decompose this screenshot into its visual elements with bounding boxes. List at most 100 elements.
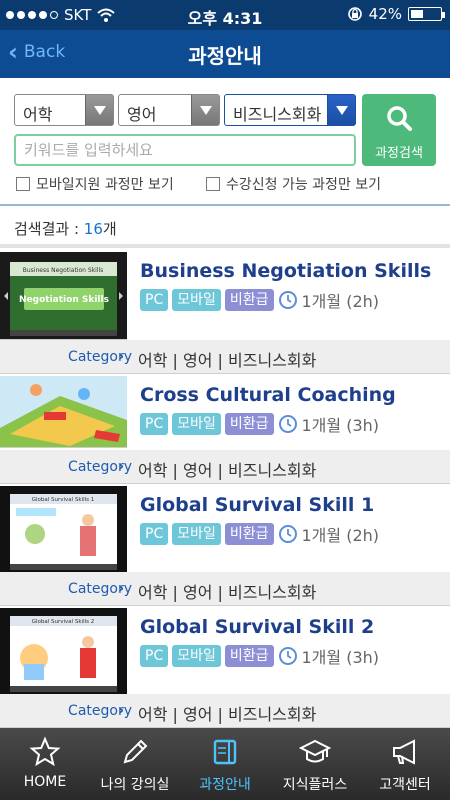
clock-icon bbox=[278, 291, 297, 309]
tab-home-label: HOME bbox=[23, 774, 67, 790]
tab-my-class-label: 나의 강의실 bbox=[100, 777, 170, 793]
category-select-3[interactable]: 비즈니스회화 bbox=[224, 94, 356, 126]
category-select-2-value: 영어 bbox=[127, 105, 157, 124]
category-select-1-value: 어학 bbox=[23, 105, 53, 124]
checkbox-box bbox=[206, 177, 220, 191]
available-only-checkbox[interactable]: 수강신청 가능 과정만 보기 bbox=[206, 174, 381, 194]
clock-icon bbox=[278, 525, 297, 543]
tab-my-class[interactable]: 나의 강의실 bbox=[90, 728, 180, 800]
course-title[interactable]: Global Survival Skill 1 bbox=[140, 494, 374, 516]
clock-icon bbox=[278, 647, 297, 665]
course-search-label: 과정검색 bbox=[375, 146, 423, 161]
category-path: 어학 | 영어 | 비즈니스회화 bbox=[138, 705, 317, 724]
bottom-tab-bar: HOME 나의 강의실 과정안내 지식플러스 고객센터 bbox=[0, 728, 450, 800]
keyword-input[interactable] bbox=[14, 134, 356, 166]
pc-badge: PC bbox=[140, 523, 169, 545]
course-category-bar: Category › 어학 | 영어 | 비즈니스회화 bbox=[0, 340, 450, 374]
category-select-1[interactable]: 어학 bbox=[14, 94, 114, 126]
category-select-3-value: 비즈니스회화 bbox=[233, 105, 322, 124]
result-summary: 검색결과 : 16개 bbox=[0, 206, 450, 248]
megaphone-icon bbox=[393, 739, 415, 765]
course-category-bar: Category › 어학 | 영어 | 비즈니스회화 bbox=[0, 572, 450, 606]
course-title[interactable]: Business Negotiation Skills bbox=[140, 260, 431, 282]
course-item[interactable]: Global Survival Skills 2 Global Survival… bbox=[0, 608, 450, 728]
chevron-right-icon: › bbox=[118, 347, 125, 365]
tab-support[interactable]: 고객센터 bbox=[360, 728, 450, 800]
pc-badge: PC bbox=[140, 413, 169, 435]
result-unit: 개 bbox=[102, 220, 117, 238]
result-count-text: 검색결과 : 16개 bbox=[14, 218, 117, 239]
course-category-bar: Category › 어학 | 영어 | 비즈니스회화 bbox=[0, 694, 450, 728]
course-item[interactable]: Global Survival Skills 1 Global Survival… bbox=[0, 486, 450, 608]
chevron-right-icon: › bbox=[118, 579, 125, 597]
course-title[interactable]: Cross Cultural Coaching bbox=[140, 384, 396, 406]
search-icon bbox=[387, 106, 412, 131]
category-select-2[interactable]: 영어 bbox=[118, 94, 220, 126]
course-thumbnail: Global Survival Skills 2 bbox=[0, 608, 127, 696]
course-tags: PC 모바일 비환급 1개월 (2h) bbox=[140, 522, 379, 546]
battery-percent: 42% bbox=[368, 5, 402, 23]
thumb-1-caption: Business Negotiation Skills bbox=[23, 267, 104, 274]
course-tags: PC 모바일 비환급 1개월 (3h) bbox=[140, 644, 379, 668]
thumb-3-caption: Global Survival Skills 1 bbox=[32, 497, 95, 503]
mobile-badge: 모바일 bbox=[172, 413, 221, 435]
book-icon bbox=[213, 739, 237, 765]
mobile-badge: 모바일 bbox=[172, 523, 221, 545]
dropdown-arrow-icon bbox=[191, 95, 219, 125]
result-label: 검색결과 : bbox=[14, 220, 84, 238]
tab-knowledge[interactable]: 지식플러스 bbox=[270, 728, 360, 800]
course-item[interactable]: Cross Cultural Coaching PC 모바일 비환급 1개월 (… bbox=[0, 376, 450, 486]
pencil-icon bbox=[123, 739, 148, 764]
category-path: 어학 | 영어 | 비즈니스회화 bbox=[138, 583, 317, 602]
thumb-4-caption: Global Survival Skills 2 bbox=[32, 619, 95, 625]
clock-icon bbox=[278, 415, 297, 433]
course-tags: PC 모바일 비환급 1개월 (3h) bbox=[140, 412, 379, 436]
available-only-label: 수강신청 가능 과정만 보기 bbox=[226, 177, 382, 193]
thumb-1-main: Negotiation Skills bbox=[19, 295, 109, 305]
course-tags: PC 모바일 비환급 1개월 (2h) bbox=[140, 288, 379, 312]
result-count: 16 bbox=[83, 220, 103, 238]
chevron-right-icon: › bbox=[118, 457, 125, 475]
course-thumbnail: Business Negotiation Skills Negotiation … bbox=[0, 252, 127, 340]
battery-icon bbox=[408, 7, 445, 21]
category-path: 어학 | 영어 | 비즈니스회화 bbox=[138, 461, 317, 480]
rotation-lock-icon bbox=[347, 7, 362, 21]
page-title: 과정안내 bbox=[188, 44, 262, 68]
course-search-button[interactable]: 과정검색 bbox=[362, 94, 436, 166]
mobile-only-label: 모바일지원 과정만 보기 bbox=[36, 177, 174, 193]
course-duration: 1개월 (3h) bbox=[301, 648, 380, 667]
pc-badge: PC bbox=[140, 289, 169, 311]
graduation-cap-icon bbox=[299, 739, 331, 763]
checkbox-box bbox=[16, 177, 30, 191]
course-title[interactable]: Global Survival Skill 2 bbox=[140, 616, 374, 638]
pc-badge: PC bbox=[140, 645, 169, 667]
dropdown-arrow-icon bbox=[327, 95, 355, 125]
tab-courses[interactable]: 과정안내 bbox=[180, 728, 270, 800]
tab-courses-label: 과정안내 bbox=[199, 777, 251, 793]
nonrefundable-badge: 비환급 bbox=[224, 523, 274, 545]
tab-support-label: 고객센터 bbox=[379, 777, 431, 793]
status-right: 42% bbox=[347, 5, 445, 23]
course-duration: 1개월 (3h) bbox=[301, 416, 380, 435]
tab-home[interactable]: HOME bbox=[0, 728, 90, 800]
dropdown-arrow-icon bbox=[85, 95, 113, 125]
search-panel: 어학 영어 비즈니스회화 과정검색 모바일지원 과정만 보기 수강신청 가능 과… bbox=[0, 78, 450, 204]
tab-knowledge-label: 지식플러스 bbox=[282, 777, 348, 793]
nonrefundable-badge: 비환급 bbox=[224, 413, 274, 435]
nonrefundable-badge: 비환급 bbox=[224, 289, 274, 311]
course-duration: 1개월 (2h) bbox=[301, 292, 380, 311]
course-item[interactable]: Business Negotiation Skills Negotiation … bbox=[0, 252, 450, 376]
navigation-bar: ‹ Back 과정안내 bbox=[0, 30, 450, 78]
mobile-only-checkbox[interactable]: 모바일지원 과정만 보기 bbox=[16, 174, 174, 194]
mobile-badge: 모바일 bbox=[172, 289, 221, 311]
category-path: 어학 | 영어 | 비즈니스회화 bbox=[138, 351, 317, 370]
course-duration: 1개월 (2h) bbox=[301, 526, 380, 545]
course-thumbnail: Global Survival Skills 1 bbox=[0, 486, 127, 574]
course-category-bar: Category › 어학 | 영어 | 비즈니스회화 bbox=[0, 450, 450, 484]
course-thumbnail bbox=[0, 376, 127, 448]
mobile-badge: 모바일 bbox=[172, 645, 221, 667]
star-icon bbox=[29, 736, 61, 767]
chevron-right-icon: › bbox=[118, 701, 125, 719]
nonrefundable-badge: 비환급 bbox=[224, 645, 274, 667]
status-bar: SKT 오후 4:31 42% bbox=[0, 0, 450, 30]
